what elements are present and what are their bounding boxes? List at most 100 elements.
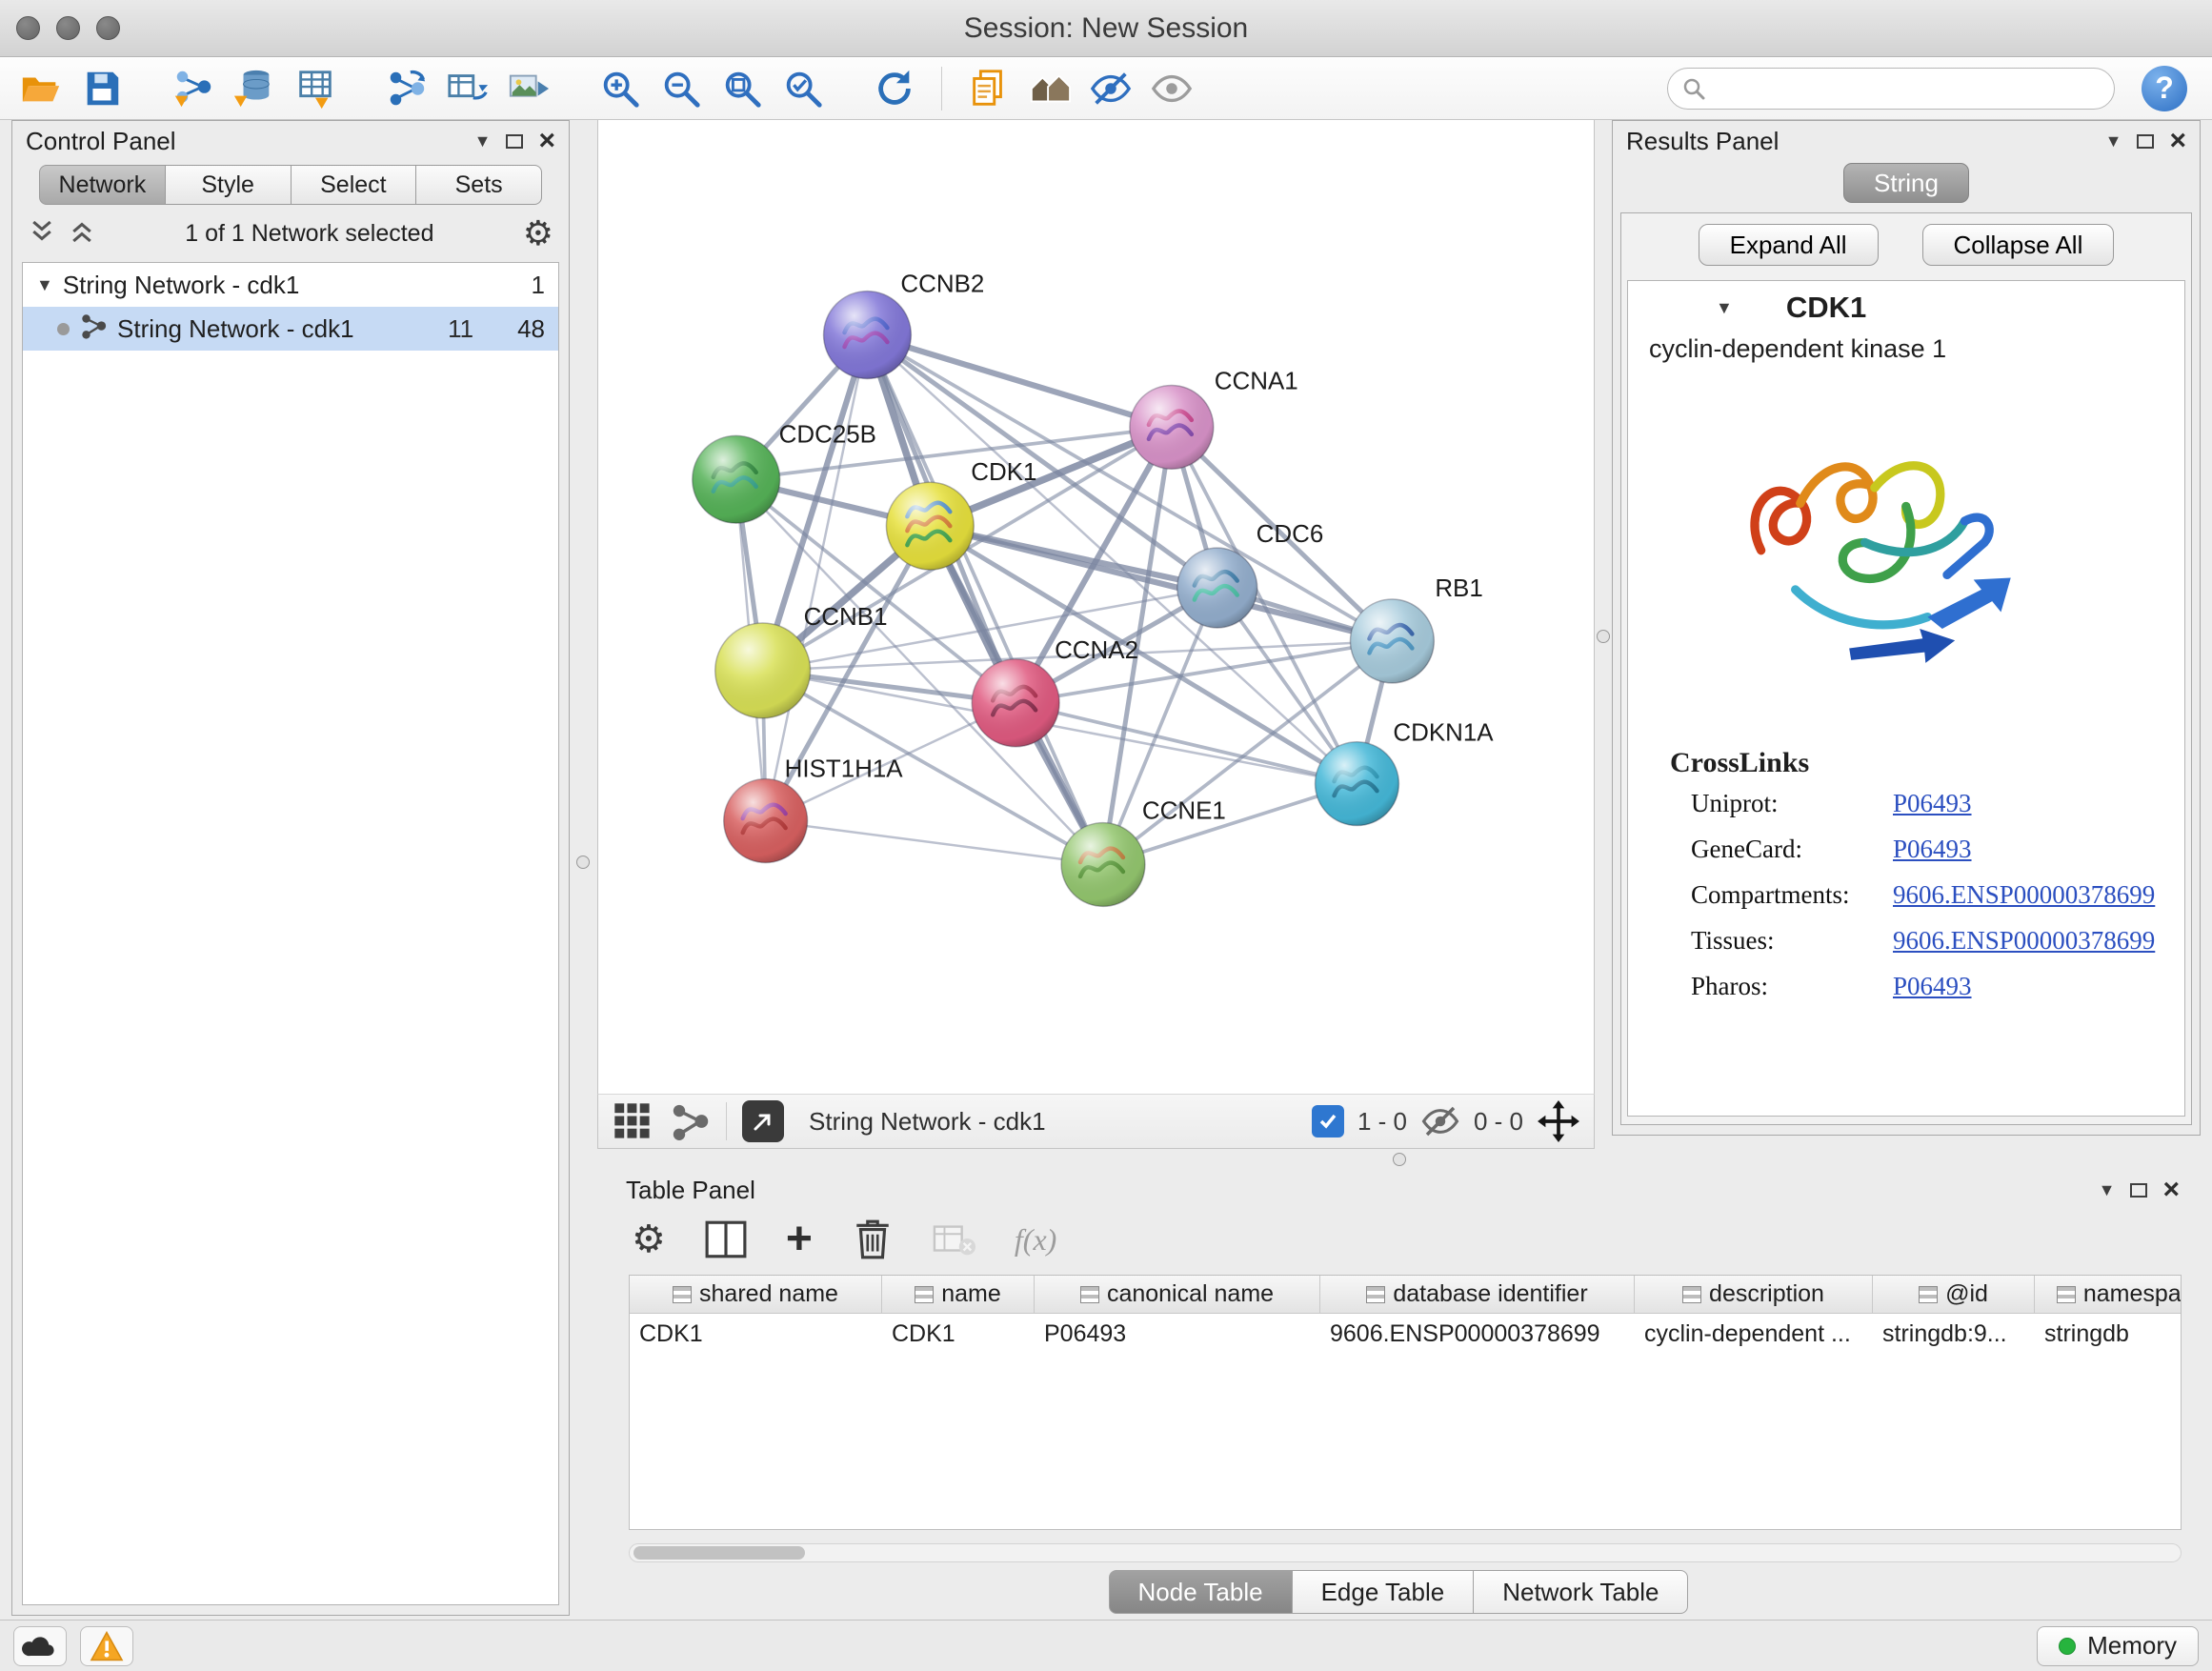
crosslink-link[interactable]: P06493 (1893, 835, 1972, 864)
delete-column-button[interactable] (851, 1218, 895, 1261)
close-panel-icon[interactable]: × (2169, 127, 2186, 155)
zoom-fit-button[interactable] (716, 63, 768, 114)
panel-menu-icon[interactable]: ▼ (2099, 1180, 2116, 1200)
save-session-button[interactable] (76, 63, 128, 114)
network-options-gear-icon[interactable]: ⚙ (523, 216, 553, 251)
string-view-button[interactable] (669, 1100, 711, 1142)
open-session-button[interactable] (15, 63, 67, 114)
node-CDK1[interactable]: CDK1 (886, 459, 1036, 570)
table-cell[interactable]: cyclin-dependent ... (1635, 1314, 1873, 1354)
column-header-name[interactable]: name (882, 1276, 1035, 1313)
collapse-all-networks-icon[interactable] (68, 217, 96, 251)
column-header-namespac[interactable]: namespac (2035, 1276, 2182, 1313)
show-all-button[interactable] (1146, 63, 1197, 114)
export-image-button[interactable] (503, 63, 554, 114)
table-row[interactable]: CDK1CDK1P064939606.ENSP00000378699cyclin… (630, 1314, 2181, 1354)
node-CCNE1[interactable]: CCNE1 (1061, 798, 1226, 907)
refresh-button[interactable] (869, 63, 920, 114)
table-cell[interactable]: CDK1 (882, 1314, 1035, 1354)
column-header-shared-name[interactable]: shared name (630, 1276, 882, 1313)
warnings-button[interactable] (80, 1626, 133, 1666)
hscroll-thumb[interactable] (633, 1546, 805, 1560)
tab-sets[interactable]: Sets (416, 165, 542, 205)
crosslink-link[interactable]: 9606.ENSP00000378699 (1893, 880, 2155, 910)
node-HIST1H1A[interactable]: HIST1H1A (724, 756, 904, 863)
help-button[interactable]: ? (2142, 66, 2187, 111)
new-network-button[interactable] (381, 63, 432, 114)
expand-all-networks-icon[interactable] (28, 217, 56, 251)
zoom-selected-button[interactable] (777, 63, 829, 114)
close-panel-icon[interactable]: × (538, 127, 555, 155)
network-row[interactable]: String Network - cdk1 11 48 (23, 307, 558, 351)
panel-menu-icon[interactable]: ▼ (2105, 131, 2122, 151)
clone-network-button[interactable] (442, 63, 493, 114)
table-cell[interactable]: 9606.ENSP00000378699 (1320, 1314, 1635, 1354)
column-header-description[interactable]: description (1635, 1276, 1873, 1313)
table-panel-title: Table Panel (626, 1176, 755, 1205)
column-header-database-identifier[interactable]: database identifier (1320, 1276, 1635, 1313)
node-CCNB1[interactable]: CCNB1 (715, 604, 888, 718)
edge-CCNB2-CCNE1[interactable] (867, 335, 1103, 865)
memory-button[interactable]: Memory (2037, 1626, 2199, 1666)
import-network-database-button[interactable] (229, 63, 280, 114)
crosslink-link[interactable]: P06493 (1893, 972, 1972, 1001)
tab-style[interactable]: Style (166, 165, 292, 205)
edge-CCNB2-HIST1H1A[interactable] (766, 335, 868, 821)
function-builder-button[interactable]: f(x) (1015, 1222, 1056, 1258)
home-networks-button[interactable] (1024, 63, 1076, 114)
hide-selected-button[interactable] (1085, 63, 1136, 114)
import-table-button[interactable] (290, 63, 341, 114)
table-cell[interactable]: CDK1 (630, 1314, 882, 1354)
right-splitter-handle[interactable] (1597, 630, 1610, 643)
edge-CCNB2-CCNA1[interactable] (867, 335, 1171, 428)
table-cell[interactable]: P06493 (1035, 1314, 1320, 1354)
left-splitter-handle[interactable] (576, 856, 590, 869)
float-panel-icon[interactable] (506, 134, 523, 149)
edge-HIST1H1A-CCNE1[interactable] (766, 821, 1103, 865)
delete-table-button[interactable] (933, 1218, 976, 1261)
tab-node-table[interactable]: Node Table (1109, 1570, 1293, 1614)
search-box[interactable] (1667, 68, 2115, 110)
tab-edge-table[interactable]: Edge Table (1292, 1570, 1475, 1614)
network-graph[interactable]: CCNB2CCNA1CDC25BCDK1CDC6RB1CCNB1CCNA2CDK… (598, 120, 1594, 1094)
node-CCNA1[interactable]: CCNA1 (1130, 368, 1298, 469)
copy-document-button[interactable] (963, 63, 1015, 114)
expand-all-button[interactable]: Expand All (1699, 224, 1879, 266)
table-hscrollbar[interactable] (629, 1543, 2182, 1562)
network-collection-row[interactable]: ▼ String Network - cdk1 1 (23, 263, 558, 307)
network-canvas[interactable]: CCNB2CCNA1CDC25BCDK1CDC6RB1CCNB1CCNA2CDK… (597, 120, 1595, 1094)
birdseye-toggle-button[interactable] (612, 1100, 654, 1142)
show-columns-button[interactable] (704, 1218, 748, 1261)
column-header-canonical-name[interactable]: canonical name (1035, 1276, 1320, 1313)
table-cell[interactable]: stringdb (2035, 1314, 2182, 1354)
selected-items-icon[interactable] (1312, 1105, 1344, 1137)
collapse-all-button[interactable]: Collapse All (1922, 224, 2115, 266)
tab-select[interactable]: Select (292, 165, 417, 205)
tab-network-table[interactable]: Network Table (1473, 1570, 1688, 1614)
table-options-gear-icon[interactable]: ⚙ (632, 1220, 666, 1258)
float-panel-icon[interactable] (2137, 134, 2154, 149)
tab-string[interactable]: String (1843, 163, 1969, 203)
collapse-gene-icon[interactable]: ▼ (1716, 298, 1733, 318)
collection-expand-icon[interactable]: ▼ (36, 275, 53, 295)
add-column-button[interactable]: + (786, 1217, 813, 1262)
open-in-browser-button[interactable] (742, 1100, 784, 1142)
panel-menu-icon[interactable]: ▼ (474, 131, 492, 151)
crosslink-link[interactable]: P06493 (1893, 789, 1972, 818)
search-input[interactable] (1716, 75, 2101, 102)
close-panel-icon[interactable]: × (2162, 1176, 2180, 1204)
float-panel-icon[interactable] (2130, 1183, 2147, 1198)
node-RB1[interactable]: RB1 (1350, 575, 1482, 683)
zoom-in-button[interactable] (594, 63, 646, 114)
crosslink-link[interactable]: 9606.ENSP00000378699 (1893, 926, 2155, 956)
column-header-@id[interactable]: @id (1873, 1276, 2035, 1313)
zoom-out-button[interactable] (655, 63, 707, 114)
hidden-items-icon[interactable] (1420, 1101, 1460, 1141)
cloud-status-button[interactable] (13, 1626, 67, 1666)
tab-network[interactable]: Network (39, 165, 166, 205)
table-cell[interactable]: stringdb:9... (1873, 1314, 2035, 1354)
import-network-file-button[interactable] (168, 63, 219, 114)
bottom-splitter-handle[interactable] (1393, 1153, 1406, 1166)
pan-mode-button[interactable] (1537, 1099, 1580, 1143)
node-CDKN1A[interactable]: CDKN1A (1316, 720, 1495, 826)
